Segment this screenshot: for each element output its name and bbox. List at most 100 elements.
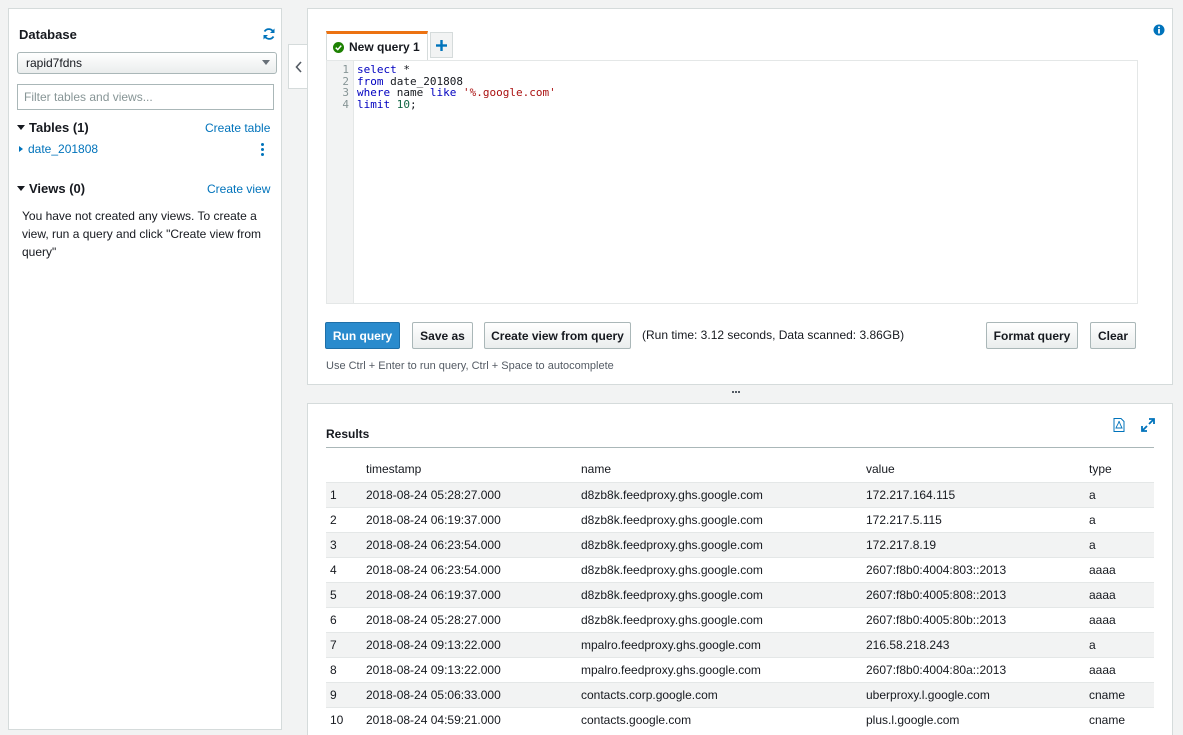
results-divider <box>326 447 1154 448</box>
line-number: 1 <box>342 63 349 76</box>
create-view-from-query-button[interactable]: Create view from query <box>484 322 631 349</box>
expand-icon[interactable] <box>1141 418 1155 432</box>
line-number: 4 <box>342 97 349 111</box>
results-title: Results <box>326 427 370 441</box>
table-row: 9 2018-08-24 05:06:33.000 contacts.corp.go… <box>326 681 1154 707</box>
create-view-link[interactable]: Create view <box>207 182 270 196</box>
caret-down-icon <box>262 60 270 65</box>
views-section-toggle[interactable]: Views (0) <box>17 181 85 196</box>
sql-editor[interactable]: 1234 select * from date_201808 where name … <box>326 60 1138 304</box>
column-header-index <box>326 457 366 482</box>
column-header-timestamp: timestamp <box>366 462 422 477</box>
timestamp-cell: 2018-08-24 05:06:33.000 <box>366 681 581 707</box>
download-icon[interactable] <box>1113 418 1125 432</box>
tables-section-toggle[interactable]: Tables (1) <box>17 120 89 135</box>
row-index: 4 <box>326 556 366 582</box>
views-empty-message: You have not created any views. To creat… <box>22 209 262 259</box>
plus-icon <box>436 39 447 51</box>
table-row: 1 2018-08-24 05:28:27.000 d8zb8k.feedproxy… <box>326 481 1154 507</box>
format-query-button[interactable]: Format query <box>986 322 1078 349</box>
value-cell: 2607:f8b0:4005:808::2013 <box>866 581 1089 607</box>
collapse-sidebar-button[interactable] <box>288 44 308 89</box>
row-index: 7 <box>326 631 366 657</box>
timestamp-cell: 2018-08-24 09:13:22.000 <box>366 656 581 682</box>
name-cell: d8zb8k.feedproxy.ghs.google.com <box>581 506 866 532</box>
row-index: 10 <box>326 706 366 732</box>
save-as-button[interactable]: Save as <box>412 322 473 349</box>
database-select[interactable]: rapid7fdns <box>17 52 277 74</box>
timestamp-cell: 2018-08-24 06:23:54.000 <box>366 556 581 582</box>
name-cell: d8zb8k.feedproxy.ghs.google.com <box>581 606 866 632</box>
line-number-gutter: 1234 <box>327 61 354 303</box>
tab-new-query-1[interactable]: New query 1 <box>326 31 428 60</box>
table-row: 3 2018-08-24 06:23:54.000 d8zb8k.feedproxy… <box>326 531 1154 557</box>
info-icon[interactable] <box>1153 24 1165 36</box>
value-cell: 172.217.8.19 <box>866 531 1089 557</box>
name-cell: d8zb8k.feedproxy.ghs.google.com <box>581 556 866 582</box>
value-cell: 2607:f8b0:4005:80b::2013 <box>866 606 1089 632</box>
row-index: 3 <box>326 531 366 557</box>
create-table-link[interactable]: Create table <box>205 121 270 135</box>
run-info: (Run time: 3.12 seconds, Data scanned: 3… <box>642 328 905 342</box>
filter-tables-input[interactable] <box>17 84 274 110</box>
database-sidebar: Database rapid7fdns Tables (1) Create ta… <box>8 8 282 730</box>
value-cell: 172.217.164.115 <box>866 481 1089 507</box>
column-header-type: type <box>1089 462 1112 477</box>
code-token: like <box>429 86 457 99</box>
code-token: ; <box>410 97 417 111</box>
tab-label: New query 1 <box>349 40 420 54</box>
table-row: 10 2018-08-24 04:59:21.000 contacts.google… <box>326 706 1154 732</box>
table-row: 8 2018-08-24 09:13:22.000 mpalro.feedproxy… <box>326 656 1154 682</box>
table-item[interactable]: date_201808 <box>19 142 98 156</box>
table-item-label: date_201808 <box>28 142 99 156</box>
timestamp-cell: 2018-08-24 04:59:21.000 <box>366 706 581 732</box>
table-row: 7 2018-08-24 09:13:22.000 mpalro.feedproxy… <box>326 631 1154 657</box>
name-cell: mpalro.feedproxy.ghs.google.com <box>581 656 866 682</box>
code-token: limit <box>357 97 391 111</box>
name-cell: contacts.google.com <box>581 706 866 732</box>
column-header-name: name <box>581 462 612 477</box>
type-cell: cname <box>1089 706 1154 732</box>
row-index: 8 <box>326 656 366 682</box>
caret-right-icon <box>19 146 23 152</box>
table-row: 6 2018-08-24 05:28:27.000 d8zb8k.feedproxy… <box>326 606 1154 632</box>
results-panel: Results timestamp name value type 1 2018-… <box>307 403 1173 735</box>
table-options-icon[interactable] <box>261 143 265 156</box>
value-cell: uberproxy.l.google.com <box>866 681 1089 707</box>
type-cell: aaaa <box>1089 606 1154 632</box>
query-editor-panel: New query 1 1234 select * from date_20180… <box>307 8 1173 385</box>
results-table: timestamp name value type 1 2018-08-24 05… <box>326 457 1154 732</box>
timestamp-cell: 2018-08-24 09:13:22.000 <box>366 631 581 657</box>
type-cell: a <box>1089 631 1154 657</box>
value-cell: 216.58.218.243 <box>866 631 1089 657</box>
clear-button[interactable]: Clear <box>1090 322 1136 349</box>
caret-down-icon <box>17 125 25 130</box>
views-header: Views (0) <box>29 181 86 196</box>
table-row: 5 2018-08-24 06:19:37.000 d8zb8k.feedproxy… <box>326 581 1154 607</box>
sql-code[interactable]: select * from date_201808 where name like … <box>357 64 556 110</box>
value-cell: plus.l.google.com <box>866 706 1089 732</box>
resize-handle[interactable] <box>732 391 740 393</box>
line-number: 3 <box>342 86 349 99</box>
code-line: limit 10; <box>357 97 556 111</box>
table-row: 2 2018-08-24 06:19:37.000 d8zb8k.feedproxy… <box>326 506 1154 532</box>
timestamp-cell: 2018-08-24 06:19:37.000 <box>366 506 581 532</box>
sidebar-title: Database <box>19 27 77 42</box>
row-index: 5 <box>326 581 366 607</box>
add-tab-button[interactable] <box>430 32 453 58</box>
refresh-icon[interactable] <box>262 27 276 41</box>
database-select-value: rapid7fdns <box>26 56 83 70</box>
value-cell: 172.217.5.115 <box>866 506 1089 532</box>
keyboard-hint: Use Ctrl + Enter to run query, Ctrl + Sp… <box>326 360 614 372</box>
type-cell: aaaa <box>1089 656 1154 682</box>
caret-down-icon <box>17 186 25 191</box>
name-cell: d8zb8k.feedproxy.ghs.google.com <box>581 581 866 607</box>
type-cell: cname <box>1089 681 1154 707</box>
chevron-left-icon <box>294 60 302 73</box>
row-index: 6 <box>326 606 366 632</box>
run-query-button[interactable]: Run query <box>325 322 400 349</box>
name-cell: mpalro.feedproxy.ghs.google.com <box>581 631 866 657</box>
timestamp-cell: 2018-08-24 05:28:27.000 <box>366 606 581 632</box>
